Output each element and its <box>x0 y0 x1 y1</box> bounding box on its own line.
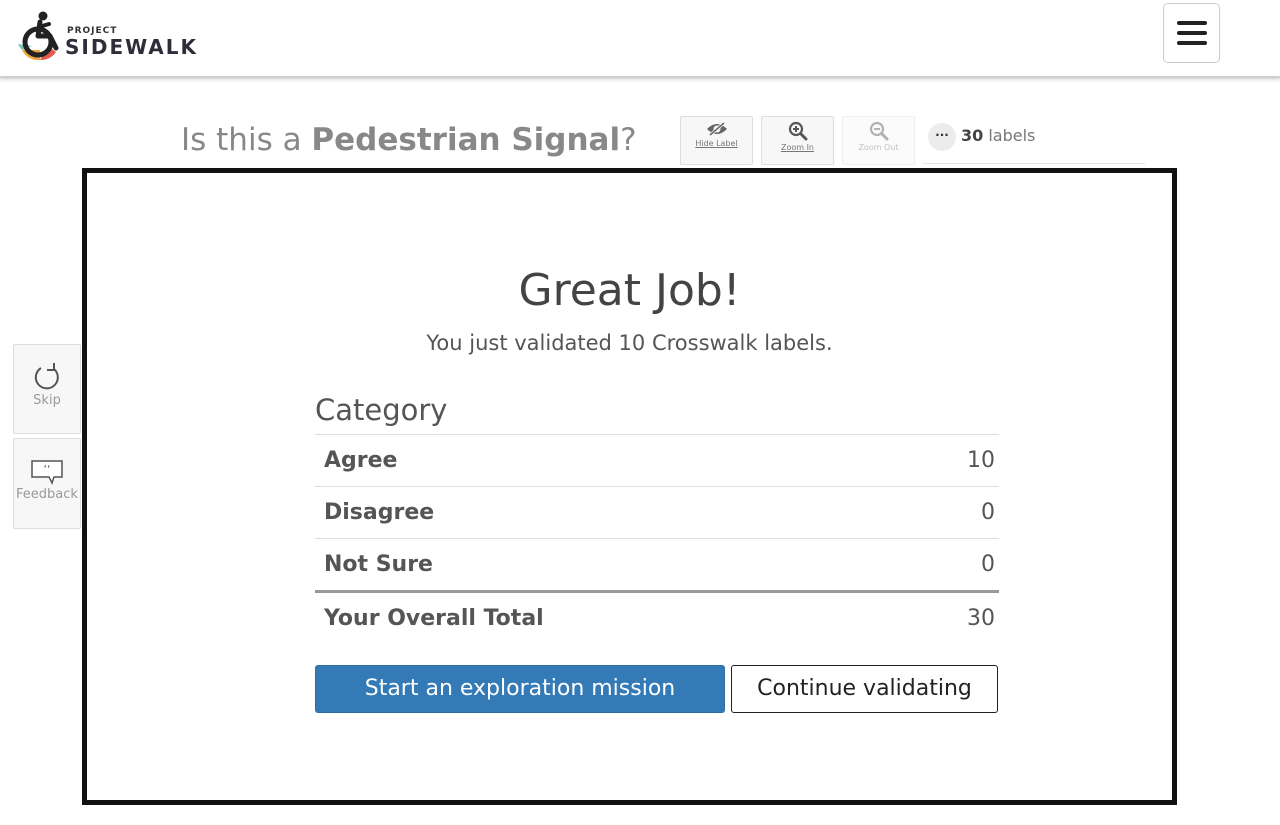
question-suffix: ? <box>620 122 637 158</box>
hamburger-icon-bar <box>1176 41 1207 45</box>
validation-question: Is this a Pedestrian Signal? <box>181 122 637 158</box>
top-navbar: PROJECT SIDEWALK <box>0 0 1280 78</box>
zoom-out-text: Zoom Out <box>858 143 899 152</box>
logo-wheelchair-icon <box>18 11 59 60</box>
row-label: Disagree <box>324 500 435 525</box>
question-label-type: Pedestrian Signal <box>311 122 621 158</box>
row-label: Agree <box>324 448 398 473</box>
hamburger-icon <box>1176 21 1207 25</box>
zoom-out-icon <box>869 121 888 141</box>
modal-subtitle: You just validated 10 Crosswalk labels. <box>426 331 833 355</box>
row-value: 0 <box>981 552 995 577</box>
hamburger-icon-bar <box>1176 31 1207 35</box>
table-row: Not Sure 0 <box>315 538 999 590</box>
svg-text:‘‘: ‘‘ <box>44 463 51 476</box>
total-label: Your Overall Total <box>324 606 544 631</box>
feedback-label: Feedback <box>16 487 78 502</box>
start-exploration-button[interactable]: Start an exploration mission <box>315 665 725 713</box>
skip-button[interactable]: Skip <box>13 344 81 434</box>
label-count: ··· 30 labels <box>923 120 1145 164</box>
continue-validating-button[interactable]: Continue validating <box>731 665 998 713</box>
zoom-in-text: Zoom In <box>780 143 815 152</box>
table-row: Disagree 0 <box>315 486 999 538</box>
zoom-out-button[interactable]: Zoom Out <box>842 116 915 165</box>
more-options-button[interactable]: ··· <box>928 123 956 151</box>
modal-title: Great Job! <box>518 265 741 316</box>
zoom-in-icon <box>788 121 807 141</box>
label-count-number: 30 <box>961 126 984 145</box>
label-count-unit: labels <box>983 126 1036 145</box>
eye-slash-icon <box>706 121 727 137</box>
skip-label: Skip <box>33 393 61 408</box>
refresh-icon <box>34 363 59 390</box>
row-value: 10 <box>967 448 995 473</box>
table-row: Agree 10 <box>315 434 999 486</box>
total-value: 30 <box>967 606 995 631</box>
hide-label-button[interactable]: Hide Label <box>680 116 753 165</box>
row-label: Not Sure <box>324 552 433 577</box>
label-count-text: 30 labels <box>961 126 1035 145</box>
speech-bubble-icon: ‘‘ <box>31 460 63 485</box>
mission-complete-modal: Great Job! You just validated 10 Crosswa… <box>82 168 1177 805</box>
row-value: 0 <box>981 500 995 525</box>
feedback-button[interactable]: ‘‘ Feedback <box>13 438 81 529</box>
logo-text-big: SIDEWALK <box>65 35 198 59</box>
hide-label-text: Hide Label <box>695 139 738 148</box>
question-prefix: Is this a <box>181 122 312 158</box>
zoom-in-button[interactable]: Zoom In <box>761 116 834 165</box>
total-row: Your Overall Total 30 <box>315 590 999 644</box>
project-sidewalk-logo[interactable]: PROJECT SIDEWALK <box>18 10 218 62</box>
category-heading: Category <box>315 393 448 427</box>
menu-button[interactable] <box>1163 3 1220 63</box>
validation-stats-table: Agree 10 Disagree 0 Not Sure 0 Your Over… <box>315 434 999 644</box>
